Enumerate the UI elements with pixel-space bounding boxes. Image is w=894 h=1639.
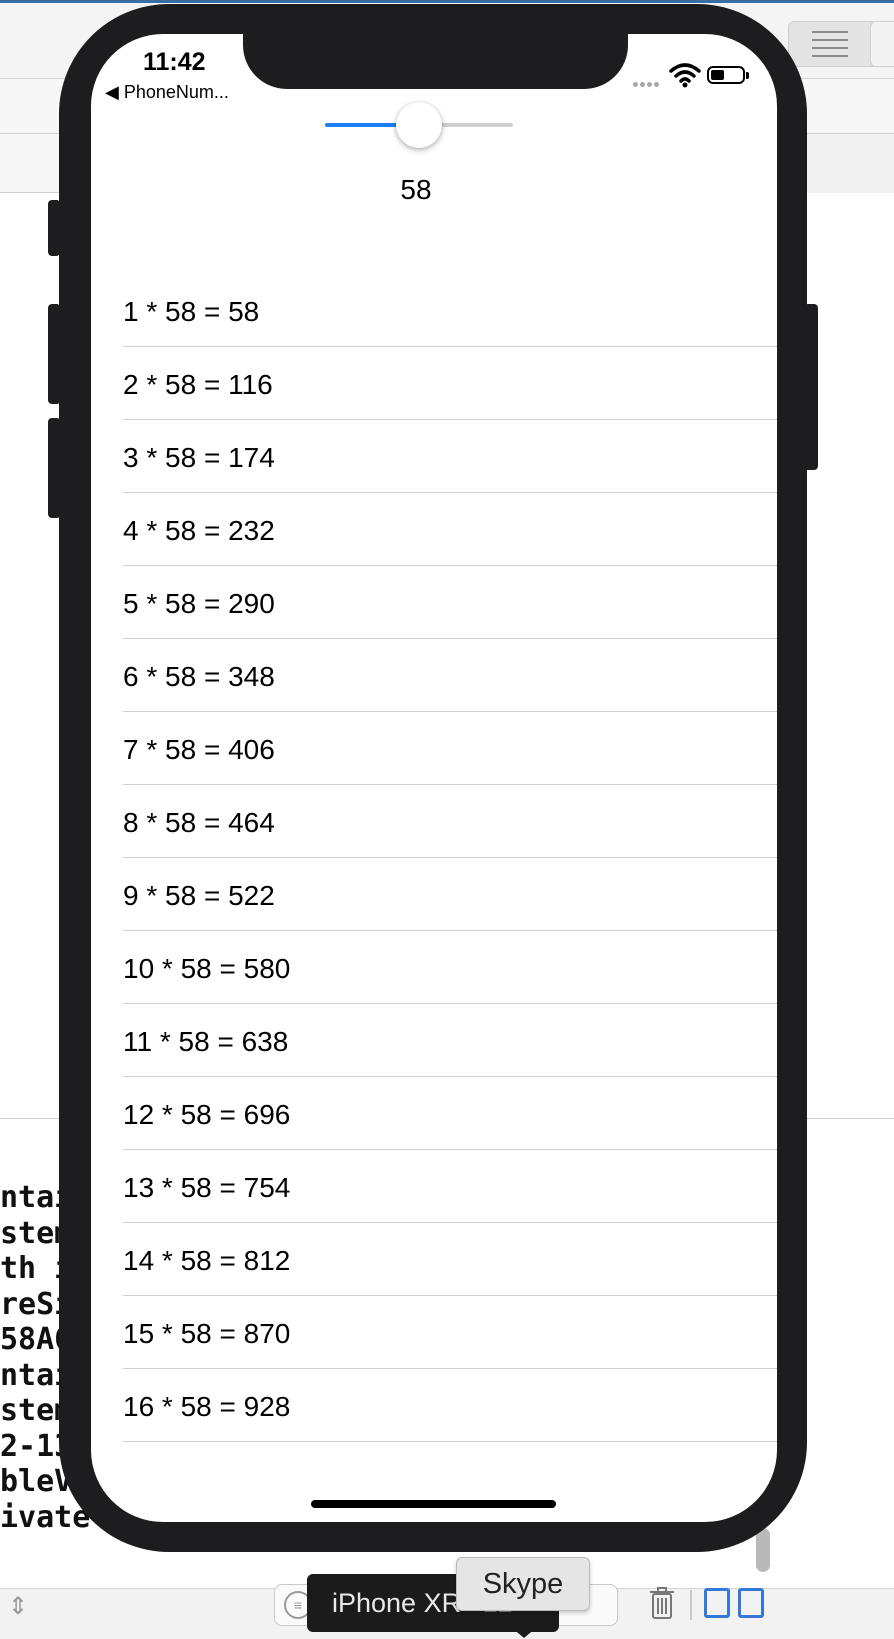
- table-row[interactable]: 14 * 58 = 812: [123, 1223, 777, 1296]
- table-row[interactable]: 3 * 58 = 174: [123, 420, 777, 493]
- row-label: 16 * 58 = 928: [123, 1391, 291, 1422]
- home-indicator[interactable]: [311, 1500, 556, 1508]
- row-label: 1 * 58 = 58: [123, 296, 260, 327]
- table-row[interactable]: 15 * 58 = 870: [123, 1296, 777, 1369]
- cellular-signal-icon: [633, 74, 661, 92]
- table-row[interactable]: 13 * 58 = 754: [123, 1150, 777, 1223]
- row-label: 10 * 58 = 580: [123, 953, 291, 984]
- row-label: 8 * 58 = 464: [123, 807, 275, 838]
- slider-value-label: 58: [400, 174, 432, 205]
- table-row[interactable]: 4 * 58 = 232: [123, 493, 777, 566]
- table-row[interactable]: 8 * 58 = 464: [123, 785, 777, 858]
- battery-icon: [707, 66, 749, 84]
- row-label: 6 * 58 = 348: [123, 661, 275, 692]
- row-label: 3 * 58 = 174: [123, 442, 275, 473]
- table-row[interactable]: 2 * 58 = 116: [123, 347, 777, 420]
- row-label: 9 * 58 = 522: [123, 880, 275, 911]
- phone-screen: 11:42 ◀ PhoneNum... 58 1 * 58 = 58 2 * 58…: [91, 34, 777, 1522]
- right-panel-toggle-icon[interactable]: [738, 1588, 764, 1618]
- row-label: 14 * 58 = 812: [123, 1245, 291, 1276]
- navigator-header: [0, 134, 60, 193]
- device-name: iPhone XR: [332, 1588, 462, 1618]
- skype-tooltip: Skype: [456, 1557, 590, 1611]
- console-scrollbar[interactable]: [756, 1528, 770, 1572]
- row-label: 15 * 58 = 870: [123, 1318, 291, 1349]
- row-label: 11 * 58 = 638: [123, 1026, 289, 1057]
- row-label: 5 * 58 = 290: [123, 588, 275, 619]
- back-to-app-button[interactable]: ◀ PhoneNum...: [105, 82, 229, 103]
- table-row[interactable]: 7 * 58 = 406: [123, 712, 777, 785]
- table-row[interactable]: 10 * 58 = 580: [123, 931, 777, 1004]
- table-row[interactable]: 1 * 58 = 58: [123, 274, 777, 347]
- row-label: 2 * 58 = 116: [123, 369, 273, 400]
- table-row[interactable]: 5 * 58 = 290: [123, 566, 777, 639]
- table-row[interactable]: 11 * 58 = 638: [123, 1004, 777, 1077]
- table-row[interactable]: 9 * 58 = 522: [123, 858, 777, 931]
- status-time: 11:42: [143, 48, 206, 76]
- notch: [243, 34, 628, 89]
- table-row[interactable]: 6 * 58 = 348: [123, 639, 777, 712]
- row-label: 13 * 58 = 754: [123, 1172, 291, 1203]
- table-row[interactable]: 12 * 58 = 696: [123, 1077, 777, 1150]
- tooltip-arrow: [512, 1628, 536, 1638]
- toolbar-separator: [690, 1590, 692, 1620]
- trash-icon[interactable]: [648, 1586, 678, 1622]
- lines-icon: [812, 31, 848, 57]
- table-row[interactable]: 16 * 58 = 928: [123, 1369, 777, 1442]
- multiplication-table[interactable]: 1 * 58 = 58 2 * 58 = 116 3 * 58 = 174 4 * 5…: [123, 274, 777, 1442]
- console-line: ivate: [0, 1499, 90, 1535]
- slider-thumb[interactable]: [396, 102, 442, 148]
- chevron-updown-icon[interactable]: ⇕: [8, 1592, 28, 1621]
- row-label: 12 * 58 = 696: [123, 1099, 291, 1130]
- wifi-icon: [669, 62, 701, 88]
- toolbar-button[interactable]: [870, 21, 894, 67]
- row-label: 4 * 58 = 232: [123, 515, 275, 546]
- number-slider[interactable]: [325, 100, 513, 150]
- row-label: 7 * 58 = 406: [123, 734, 275, 765]
- left-panel-toggle-icon[interactable]: [704, 1588, 730, 1618]
